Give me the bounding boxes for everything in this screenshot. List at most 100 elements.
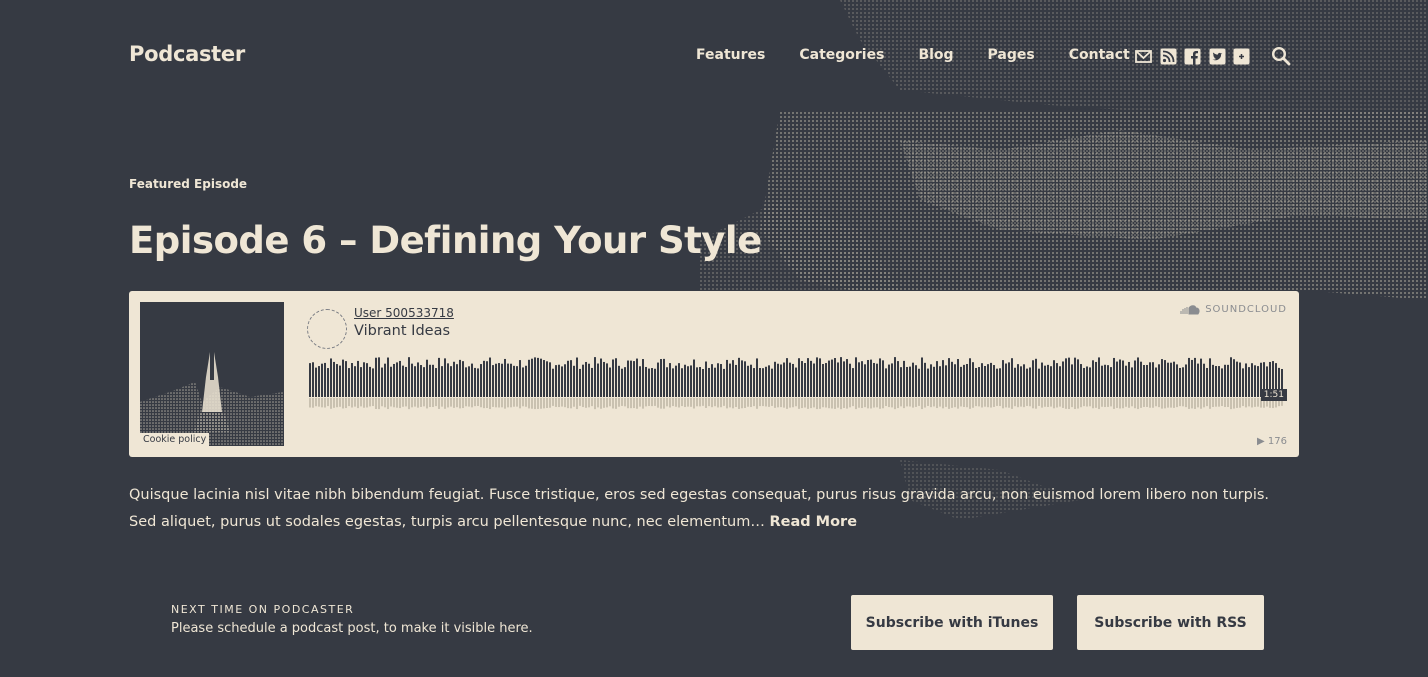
waveform-reflection-bar xyxy=(645,398,647,407)
soundcloud-logo[interactable]: SOUNDCLOUD xyxy=(1179,304,1287,315)
waveform-bar xyxy=(927,368,929,397)
main-nav: Features Categories Blog Pages Contact xyxy=(696,47,1164,63)
waveform-bar xyxy=(798,358,800,397)
waveform-bar xyxy=(1041,362,1043,397)
waveform-bar xyxy=(987,364,989,397)
waveform-reflection-bar xyxy=(861,398,863,409)
waveform-bar xyxy=(480,364,482,397)
track-name[interactable]: Vibrant Ideas xyxy=(354,323,450,339)
facebook-icon[interactable] xyxy=(1184,48,1201,65)
twitter-icon[interactable] xyxy=(1209,48,1226,65)
waveform-bar xyxy=(939,366,941,397)
waveform-bar xyxy=(978,367,980,397)
waveform-bar xyxy=(711,364,713,397)
waveform-reflection-bar xyxy=(1101,398,1103,407)
waveform-bar xyxy=(861,361,863,397)
waveform-bar xyxy=(654,368,656,397)
waveform-bar xyxy=(1212,364,1214,397)
track-user-link[interactable]: User 500533718 xyxy=(354,306,454,320)
waveform-reflection-bar xyxy=(516,398,518,407)
waveform-bar xyxy=(753,368,755,397)
cookie-policy-link[interactable]: Cookie policy xyxy=(140,433,210,446)
waveform-bar xyxy=(885,368,887,397)
nav-item-blog[interactable]: Blog xyxy=(918,47,953,63)
waveform-bar xyxy=(1014,367,1016,397)
waveform-reflection-bar xyxy=(1065,398,1067,409)
nav-item-pages[interactable]: Pages xyxy=(988,47,1035,63)
waveform-reflection-bar xyxy=(1059,398,1061,407)
waveform-reflection-bar xyxy=(741,398,743,409)
waveform-bar xyxy=(420,365,422,397)
waveform-bar xyxy=(1182,367,1184,397)
waveform-bar xyxy=(528,359,530,397)
waveform-reflection-bar xyxy=(783,398,785,408)
waveform-bar xyxy=(630,360,632,397)
waveform-bar xyxy=(414,366,416,397)
waveform-bar xyxy=(951,361,953,397)
waveform-reflection-bar xyxy=(1119,398,1121,409)
waveform-reflection-bar xyxy=(423,398,425,407)
waveform-reflection-bar xyxy=(708,398,710,407)
read-more-link[interactable]: Read More xyxy=(769,514,857,530)
waveform-reflection-bar xyxy=(441,398,443,407)
waveform-bar xyxy=(1164,360,1166,397)
waveform-reflection-bar xyxy=(1008,398,1010,408)
waveform-reflection-bar xyxy=(393,398,395,408)
waveform-bar xyxy=(612,359,614,397)
waveform-bar xyxy=(1179,367,1181,397)
waveform-reflection-bar xyxy=(1230,398,1232,410)
waveform-reflection-bar xyxy=(372,398,374,407)
plus-icon[interactable] xyxy=(1233,48,1250,65)
play-button[interactable] xyxy=(307,309,347,349)
waveform-bar xyxy=(1140,361,1142,397)
waveform-reflection-bar xyxy=(852,398,854,407)
waveform-bar xyxy=(732,360,734,397)
waveform-reflection-bar xyxy=(312,398,314,408)
waveform-reflection-bar xyxy=(612,398,614,409)
waveform-bar xyxy=(1248,367,1250,397)
waveform-bar xyxy=(1155,367,1157,397)
waveform-bar xyxy=(915,365,917,397)
waveform-bar xyxy=(633,361,635,397)
waveform-bar xyxy=(1104,364,1106,397)
waveform-reflection-bar xyxy=(396,398,398,408)
track-artwork[interactable]: Cookie policy xyxy=(140,302,284,446)
subscribe-itunes-button[interactable]: Subscribe with iTunes xyxy=(851,595,1053,650)
subscribe-rss-button[interactable]: Subscribe with RSS xyxy=(1077,595,1264,650)
waveform-reflection-bar xyxy=(450,398,452,407)
waveform-reflection-bar xyxy=(720,398,722,408)
mail-icon[interactable] xyxy=(1135,48,1152,65)
waveform-bar xyxy=(330,358,332,397)
search-icon[interactable] xyxy=(1271,46,1291,66)
waveform-reflection-bar xyxy=(1086,398,1088,407)
waveform-reflection-bar xyxy=(834,398,836,409)
waveform-reflection-bar xyxy=(864,398,866,408)
waveform-bar xyxy=(1083,367,1085,397)
waveform-reflection-bar xyxy=(756,398,758,409)
waveform-reflection-bar xyxy=(867,398,869,409)
waveform-reflection-bar xyxy=(1140,398,1142,408)
waveform-reflection-bar xyxy=(1239,398,1241,408)
waveform-reflection-bar xyxy=(738,398,740,409)
waveform-reflection-bar xyxy=(585,398,587,408)
nav-item-categories[interactable]: Categories xyxy=(799,47,884,63)
waveform-reflection-bar xyxy=(1158,398,1160,408)
waveform[interactable] xyxy=(309,357,1289,417)
waveform-reflection-bar xyxy=(828,398,830,409)
waveform-bar xyxy=(318,366,320,397)
waveform-reflection-bar xyxy=(660,398,662,409)
rss-icon[interactable] xyxy=(1160,48,1177,65)
waveform-bar xyxy=(819,358,821,397)
site-logo[interactable]: Podcaster xyxy=(129,42,245,66)
waveform-reflection-bar xyxy=(798,398,800,409)
nav-item-contact[interactable]: Contact xyxy=(1069,47,1130,63)
nav-item-features[interactable]: Features xyxy=(696,47,765,63)
waveform-reflection-bar xyxy=(459,398,461,409)
waveform-reflection-bar xyxy=(987,398,989,408)
waveform-reflection-bar xyxy=(1248,398,1250,407)
episode-title[interactable]: Episode 6 – Defining Your Style xyxy=(129,219,762,262)
waveform-bar xyxy=(639,366,641,397)
waveform-reflection-bar xyxy=(399,398,401,409)
waveform-bar xyxy=(777,363,779,397)
waveform-reflection-bar xyxy=(531,398,533,409)
